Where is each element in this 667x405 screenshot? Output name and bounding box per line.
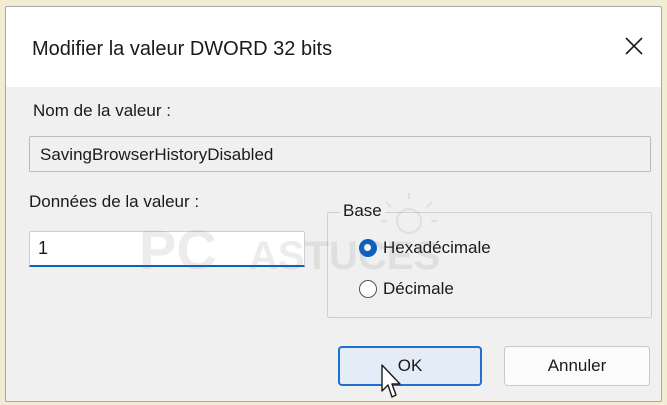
ok-button[interactable]: OK bbox=[338, 346, 482, 386]
ok-button-label: OK bbox=[397, 356, 423, 375]
value-name-text: SavingBrowserHistoryDisabled bbox=[40, 145, 274, 164]
close-icon bbox=[625, 37, 643, 55]
value-name-field: SavingBrowserHistoryDisabled bbox=[29, 136, 651, 172]
radio-hexadecimal-label: Hexadécimale bbox=[383, 238, 491, 257]
title-bar: Modifier la valeur DWORD 32 bits bbox=[6, 7, 661, 87]
dword-edit-dialog: Modifier la valeur DWORD 32 bits Nom de … bbox=[5, 6, 662, 402]
base-group: Base Hexadécimale Décimale bbox=[327, 201, 652, 318]
cancel-button-label: Annuler bbox=[547, 356, 607, 375]
radio-unchecked-icon bbox=[359, 280, 377, 298]
radio-checked-icon bbox=[359, 239, 377, 257]
value-data-input[interactable] bbox=[29, 231, 305, 267]
base-legend: Base bbox=[340, 201, 385, 221]
cancel-button[interactable]: Annuler bbox=[504, 346, 650, 386]
dialog-title: Modifier la valeur DWORD 32 bits bbox=[32, 38, 333, 60]
close-button[interactable] bbox=[607, 25, 661, 67]
radio-decimal[interactable]: Décimale bbox=[359, 279, 454, 299]
radio-decimal-label: Décimale bbox=[383, 279, 454, 298]
radio-hexadecimal[interactable]: Hexadécimale bbox=[359, 238, 491, 258]
value-data-label: Données de la valeur : bbox=[29, 192, 200, 211]
value-name-label: Nom de la valeur : bbox=[33, 101, 171, 120]
